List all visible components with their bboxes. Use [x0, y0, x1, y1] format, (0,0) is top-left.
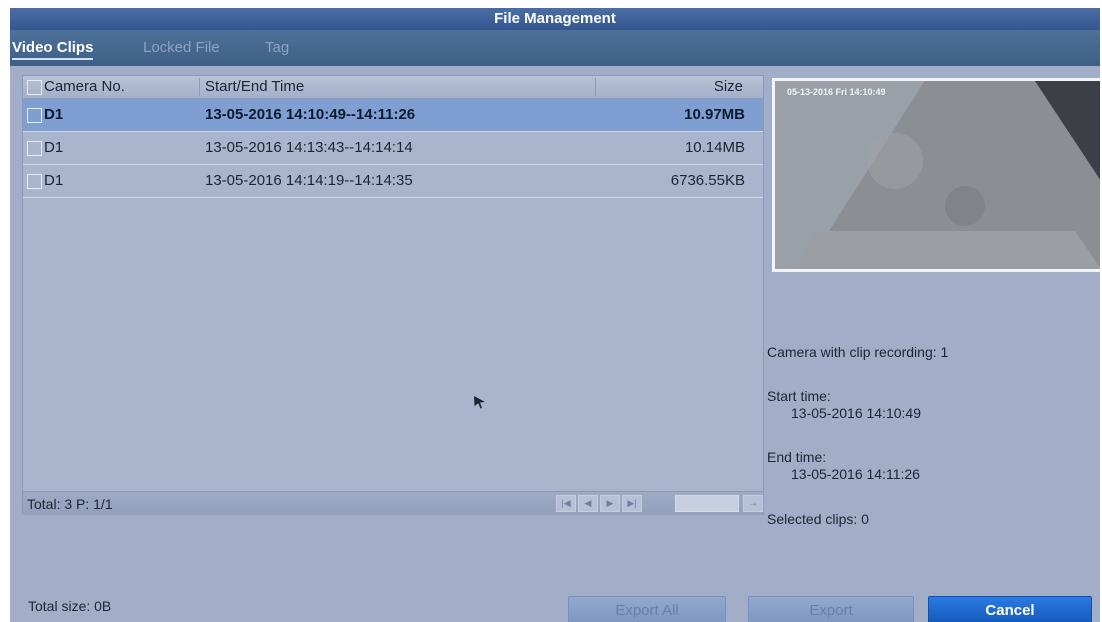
total-page-count: Total: 3 P: 1/1	[27, 496, 113, 512]
row-camera: D1	[44, 106, 64, 123]
cancel-button[interactable]: Cancel	[928, 596, 1092, 622]
total-size: Total size: 0B	[28, 598, 112, 614]
export-all-button[interactable]: Export All	[568, 596, 726, 622]
video-preview: 05-13-2016 Fri 14:10:49	[772, 78, 1100, 272]
window-title: File Management	[10, 8, 1100, 30]
next-page-icon[interactable]: ▶	[600, 495, 620, 512]
mouse-pointer-icon	[474, 396, 485, 409]
tab-video-clips[interactable]: Video Clips	[12, 39, 94, 60]
table-row[interactable]: D1 13-05-2016 14:13:43--14:14:14 10.14MB	[23, 132, 763, 165]
column-header-size[interactable]: Size	[714, 76, 743, 98]
row-time: 13-05-2016 14:14:19--14:14:35	[205, 172, 413, 189]
row-camera: D1	[44, 172, 64, 189]
column-header-time[interactable]: Start/End Time	[205, 76, 304, 98]
last-page-icon[interactable]: ▶|	[622, 495, 642, 512]
row-checkbox[interactable]	[27, 108, 42, 123]
preview-timestamp: 05-13-2016 Fri 14:10:49	[787, 87, 886, 97]
clip-list: D1 13-05-2016 14:10:49--14:11:26 10.97MB…	[23, 99, 763, 444]
row-size: 10.14MB	[684, 139, 745, 156]
row-checkbox[interactable]	[27, 174, 42, 189]
file-management-window: File Management Video Clips Locked File …	[10, 8, 1100, 622]
start-time-value: 13-05-2016 14:10:49	[791, 405, 921, 421]
first-page-icon[interactable]: |◀	[556, 495, 576, 512]
camera-clip-count: Camera with clip recording: 1	[767, 344, 949, 360]
list-footer: Total: 3 P: 1/1 |◀ ◀ ▶ ▶| →	[23, 491, 763, 515]
select-all-checkbox[interactable]	[27, 80, 42, 95]
tab-tag[interactable]: Tag	[265, 39, 289, 56]
column-divider	[199, 78, 200, 96]
page-number-input[interactable]	[675, 495, 739, 512]
selected-clips-count: Selected clips: 0	[767, 511, 869, 527]
tab-locked-file[interactable]: Locked File	[143, 39, 220, 56]
row-camera: D1	[44, 139, 64, 156]
row-size: 6736.55KB	[670, 172, 745, 189]
row-size: 10.97MB	[684, 106, 745, 123]
tab-bar: Video Clips Locked File Tag	[10, 30, 1100, 66]
table-row[interactable]: D1 13-05-2016 14:14:19--14:14:35 6736.55…	[23, 165, 763, 198]
row-time: 13-05-2016 14:10:49--14:11:26	[205, 106, 416, 123]
end-time-value: 13-05-2016 14:11:26	[791, 466, 920, 482]
prev-page-icon[interactable]: ◀	[578, 495, 598, 512]
column-header-camera[interactable]: Camera No.	[44, 76, 125, 98]
row-checkbox[interactable]	[27, 141, 42, 156]
go-page-icon[interactable]: →	[743, 495, 763, 512]
end-time-label: End time:	[767, 449, 827, 465]
table-header: Camera No. Start/End Time Size	[23, 76, 763, 99]
start-time-label: Start time:	[767, 388, 831, 404]
file-list-panel: Camera No. Start/End Time Size D1 13-05-…	[22, 75, 764, 515]
export-button[interactable]: Export	[748, 596, 914, 622]
table-row[interactable]: D1 13-05-2016 14:10:49--14:11:26 10.97MB	[23, 99, 763, 132]
row-time: 13-05-2016 14:13:43--14:14:14	[205, 139, 413, 156]
column-divider	[595, 78, 596, 96]
preview-image	[775, 81, 1100, 269]
